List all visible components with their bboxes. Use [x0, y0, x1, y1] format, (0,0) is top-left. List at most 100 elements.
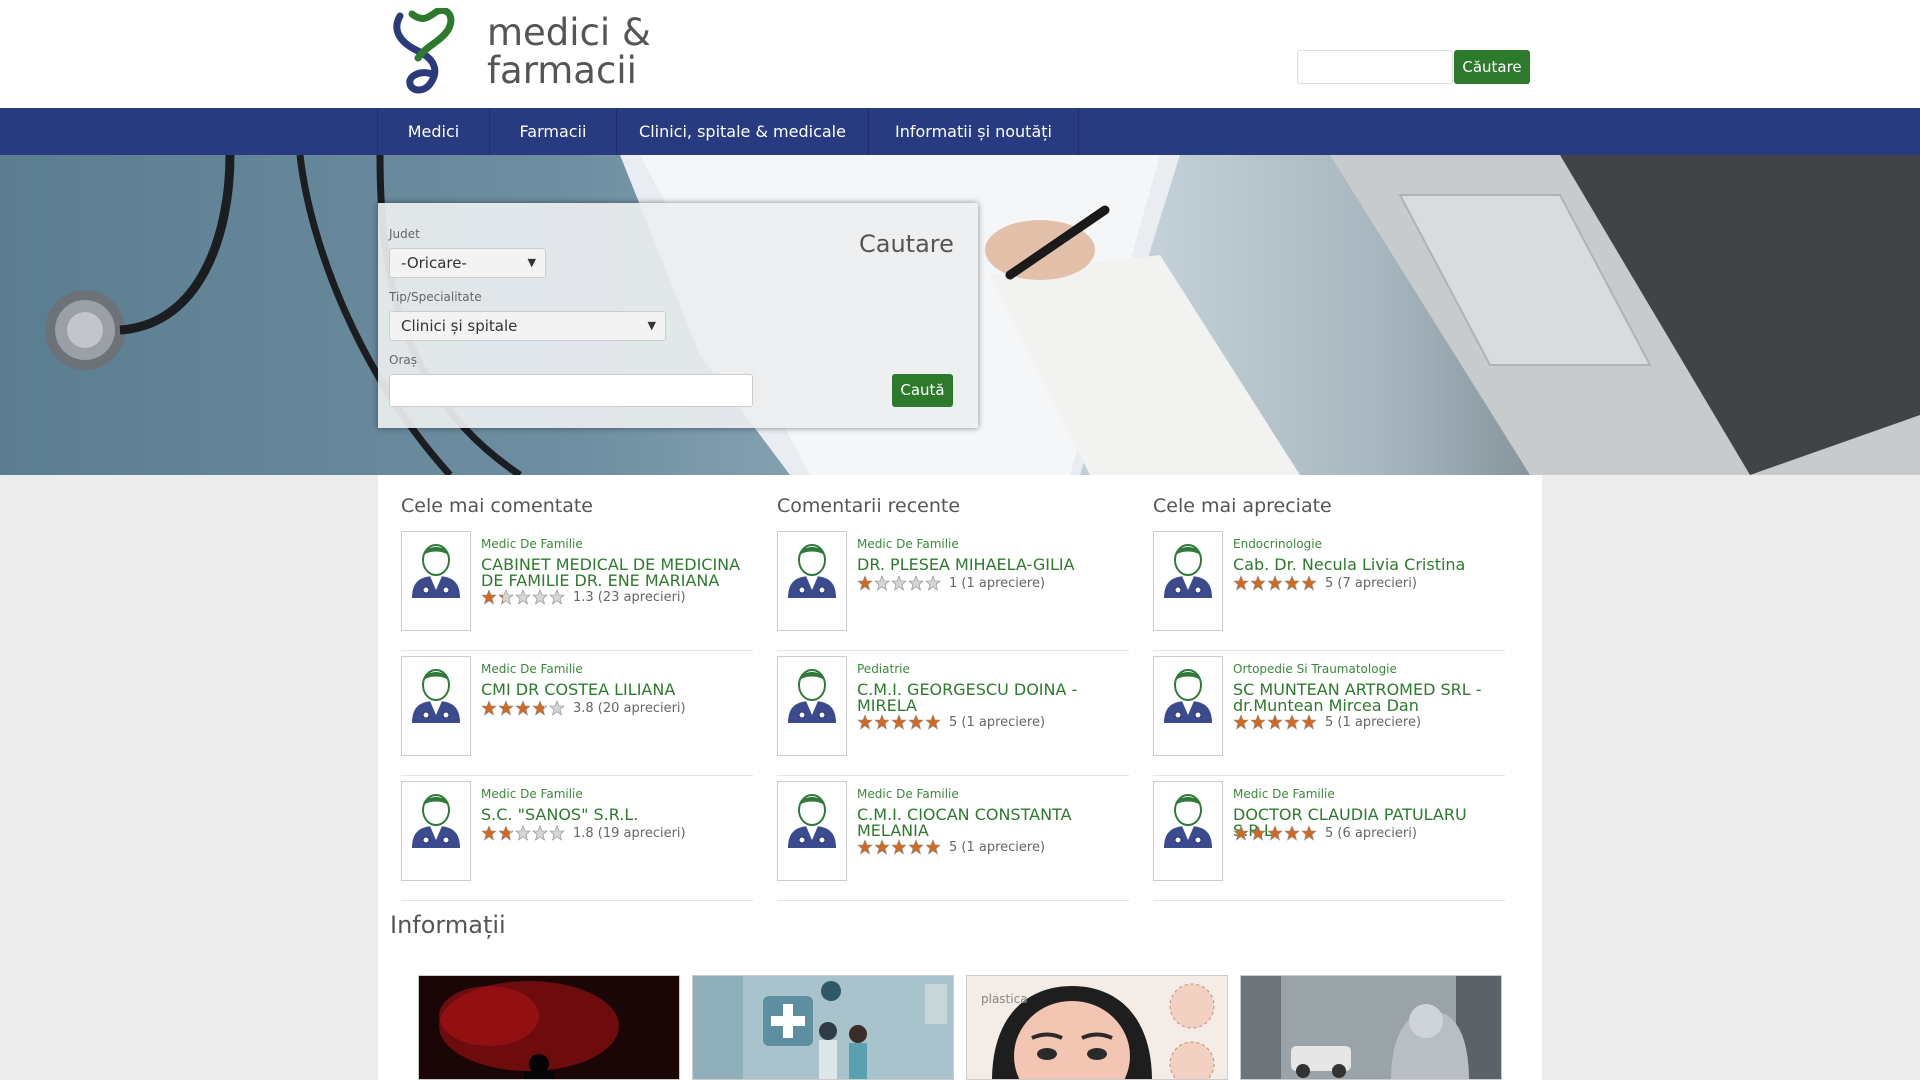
avatar[interactable] [777, 656, 847, 756]
doctor-avatar-icon [1164, 794, 1212, 848]
star-icon [925, 714, 941, 730]
rating-text: 3.8 (20 aprecieri) [573, 700, 686, 716]
rating: 3.8 (20 aprecieri) [481, 700, 686, 716]
doctor-avatar-icon [412, 794, 460, 848]
rating-text: 1.3 (23 aprecieri) [573, 589, 686, 605]
rating-text: 1.8 (19 aprecieri) [573, 825, 686, 841]
listing-name[interactable]: SC MUNTEAN ARTROMED SRL - dr.Muntean Mir… [1233, 682, 1509, 714]
star-icon [532, 825, 548, 841]
header-search-button[interactable]: Căutare [1454, 50, 1530, 84]
rating: 1.8 (19 aprecieri) [481, 825, 686, 841]
listing-card: Pediatrie C.M.I. GEORGESCU DOINA - MIREL… [777, 652, 1129, 776]
star-icon [925, 575, 941, 591]
rating-stars [1233, 575, 1318, 591]
star-icon [874, 714, 890, 730]
info-section-title: Informații [390, 911, 506, 939]
header-search-input[interactable] [1297, 50, 1453, 84]
listing-name[interactable]: CABINET MEDICAL DE MEDICINA DE FAMILIE D… [481, 557, 757, 589]
listing-name[interactable]: CMI DR COSTEA LILIANA [481, 682, 757, 698]
doctor-avatar-icon [788, 794, 836, 848]
listing-name[interactable]: C.M.I. CIOCAN CONSTANTA MELANIA [857, 807, 1133, 839]
star-icon [532, 589, 548, 605]
rating: 5 (7 aprecieri) [1233, 575, 1417, 591]
tip-select[interactable]: Clinici și spitale ▼ [389, 311, 666, 341]
star-icon [549, 825, 565, 841]
article-thumbnail[interactable] [692, 975, 954, 1080]
listing-specialty[interactable]: Medic De Familie [857, 787, 959, 801]
star-icon [1250, 825, 1266, 841]
star-icon [1233, 575, 1249, 591]
listing-specialty[interactable]: Endocrinologie [1233, 537, 1322, 551]
chevron-down-icon: ▼ [527, 256, 536, 269]
listing-specialty[interactable]: Medic De Familie [481, 662, 583, 676]
star-icon [891, 839, 907, 855]
nav-item-medici[interactable]: Medici [378, 108, 490, 155]
star-icon [1267, 575, 1283, 591]
listing-name[interactable]: C.M.I. GEORGESCU DOINA - MIRELA [857, 682, 1133, 714]
rating-text: 5 (1 apreciere) [1325, 714, 1422, 730]
star-icon [857, 714, 873, 730]
section-title: Comentarii recente [777, 495, 961, 517]
doctor-avatar-icon [1164, 669, 1212, 723]
star-icon [549, 700, 565, 716]
main-content: Cele mai comentate Medic De Familie CABI… [378, 475, 1542, 1080]
rating-text: 1 (1 apreciere) [949, 575, 1046, 591]
avatar[interactable] [401, 656, 471, 756]
star-icon [515, 589, 531, 605]
star-icon [908, 714, 924, 730]
star-icon [481, 825, 497, 841]
rating-text: 5 (1 apreciere) [949, 714, 1046, 730]
doctor-avatar-icon [788, 544, 836, 598]
listing-specialty[interactable]: Medic De Familie [481, 537, 583, 551]
star-icon [908, 839, 924, 855]
judet-select[interactable]: -Oricare- ▼ [389, 248, 546, 278]
brand-line-1: medici & [487, 11, 651, 54]
star-icon [481, 589, 497, 605]
article-thumbnail[interactable] [418, 975, 680, 1080]
rating: 1 (1 apreciere) [857, 575, 1045, 591]
listing-card: Ortopedie Si Traumatologie SC MUNTEAN AR… [1153, 652, 1505, 776]
nav-item-farmacii[interactable]: Farmacii [490, 108, 617, 155]
listing-name[interactable]: Cab. Dr. Necula Livia Cristina [1233, 557, 1509, 573]
article-thumbnail[interactable] [1240, 975, 1502, 1080]
star-icon [515, 700, 531, 716]
avatar[interactable] [401, 781, 471, 881]
avatar[interactable] [777, 531, 847, 631]
listing-specialty[interactable]: Medic De Familie [1233, 787, 1335, 801]
rating-stars [481, 825, 566, 841]
brand-name[interactable]: medici & farmacii [487, 14, 651, 90]
listing-name[interactable]: S.C. "SANOS" S.R.L. [481, 807, 757, 823]
oras-input[interactable] [389, 374, 753, 407]
avatar[interactable] [1153, 656, 1223, 756]
rating-stars [481, 589, 566, 605]
avatar[interactable] [777, 781, 847, 881]
judet-label: Judet [389, 227, 420, 241]
listing-specialty[interactable]: Medic De Familie [857, 537, 959, 551]
star-icon [908, 575, 924, 591]
listing-specialty[interactable]: Ortopedie Si Traumatologie [1233, 662, 1397, 676]
article-thumbnail[interactable]: plastica [966, 975, 1228, 1080]
avatar[interactable] [401, 531, 471, 631]
logo-icon[interactable] [390, 8, 462, 94]
star-icon [874, 575, 890, 591]
star-icon [1301, 714, 1317, 730]
rating-text: 5 (7 aprecieri) [1325, 575, 1417, 591]
doctor-avatar-icon [788, 669, 836, 723]
star-icon [498, 700, 514, 716]
avatar[interactable] [1153, 781, 1223, 881]
listing-specialty[interactable]: Medic De Familie [481, 787, 583, 801]
nav-item-informatii[interactable]: Informatii și noutăți [869, 108, 1079, 155]
rating-text: 5 (6 aprecieri) [1325, 825, 1417, 841]
star-icon [1284, 575, 1300, 591]
brand-line-2: farmacii [487, 49, 637, 92]
listing-name[interactable]: DR. PLESEA MIHAELA-GILIA [857, 557, 1133, 573]
search-submit-button[interactable]: Caută [892, 374, 953, 407]
section-title: Cele mai apreciate [1153, 495, 1332, 517]
nav-item-clinici[interactable]: Clinici, spitale & medicale [617, 108, 869, 155]
star-icon [1284, 825, 1300, 841]
avatar[interactable] [1153, 531, 1223, 631]
listing-specialty[interactable]: Pediatrie [857, 662, 910, 676]
star-icon [891, 714, 907, 730]
listing-card: Medic De Familie DR. PLESEA MIHAELA-GILI… [777, 527, 1129, 651]
star-icon [1250, 575, 1266, 591]
